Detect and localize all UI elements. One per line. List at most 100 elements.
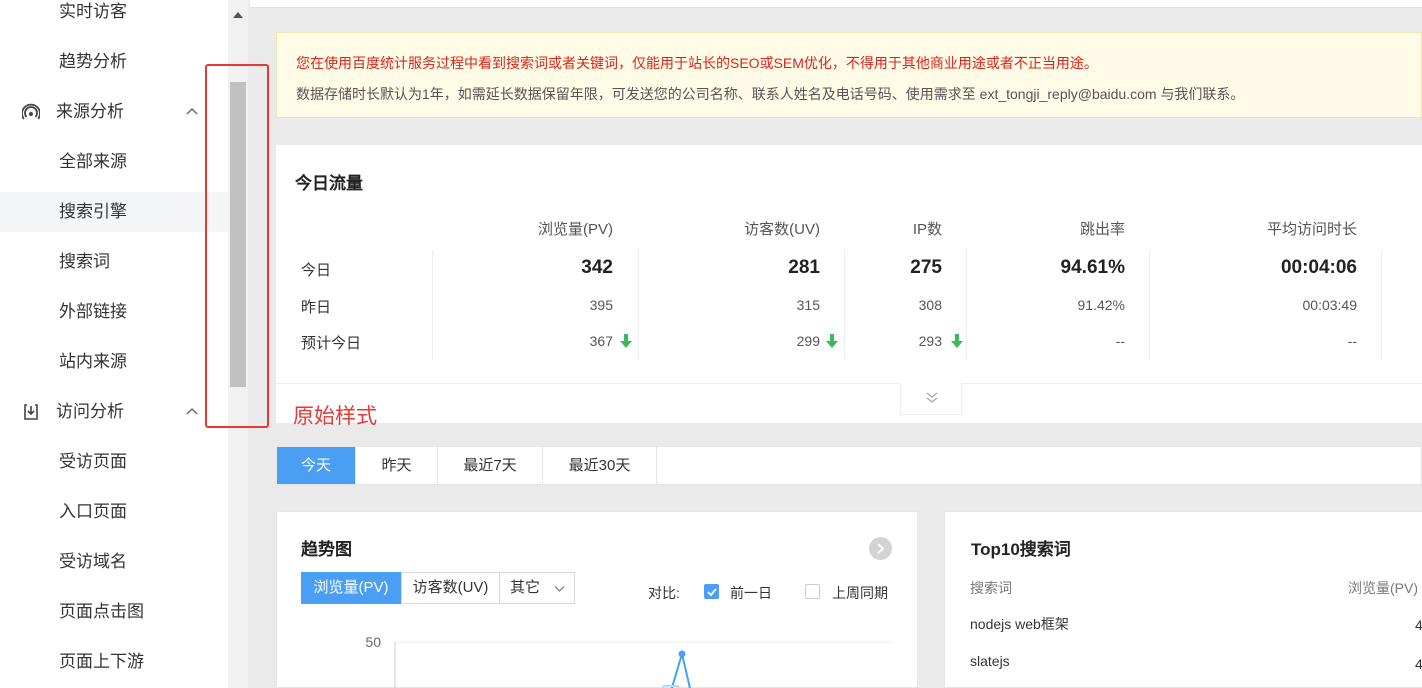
metric-select-other[interactable]: 其它 (499, 572, 575, 604)
sidebar-item-internal-sources[interactable]: 站内来源 (0, 342, 228, 382)
search-word-pv: 4 (1415, 656, 1422, 672)
sidebar-item-label: 搜索引擎 (59, 202, 127, 221)
chevron-up-icon (186, 108, 198, 115)
sidebar-group-visit-analysis[interactable]: 访问分析 (0, 392, 228, 432)
sidebar-item-label: 受访页面 (59, 452, 127, 471)
expand-button[interactable] (900, 383, 962, 415)
sidebar: 实时访客 趋势分析 来源分析 全部来源 搜索引擎 搜索词 外部链接 站内来源 访… (0, 0, 228, 688)
top10-search-words-card: Top10搜索词 搜索词 浏览量(PV) nodejs web框架 4 slat… (944, 511, 1422, 688)
search-word-pv: 4 (1415, 617, 1422, 633)
search-word-text[interactable]: nodejs web框架 (970, 616, 1069, 632)
today-pv-value: 342 (581, 257, 613, 278)
column-divider (844, 250, 845, 360)
tab-yesterday[interactable]: 昨天 (356, 447, 438, 484)
metric-tab-pv[interactable]: 浏览量(PV) (301, 572, 401, 604)
col-header-search-word: 搜索词 (970, 580, 1012, 596)
double-chevron-down-icon (926, 392, 938, 403)
y-tick-label: 50 (365, 634, 381, 650)
checkbox-label-last-week: 上周同期 (832, 585, 888, 601)
scroll-up-arrow-icon[interactable] (233, 12, 243, 18)
sidebar-group-label: 访问分析 (56, 402, 124, 421)
chevron-up-icon (186, 408, 198, 415)
sidebar-item-search-words[interactable]: 搜索词 (0, 242, 228, 282)
sidebar-item-click-map[interactable]: 页面点击图 (0, 592, 228, 632)
yesterday-uv-value: 315 (796, 297, 820, 313)
row-label-forecast: 预计今日 (301, 335, 362, 352)
trend-line-chart: 50 (365, 634, 892, 688)
sidebar-item-page-flow[interactable]: 页面上下游 (0, 642, 228, 682)
sidebar-item-search-engine[interactable]: 搜索引擎 (0, 192, 228, 232)
yesterday-bounce-value: 91.42% (1077, 297, 1125, 313)
sidebar-item-label: 受访域名 (59, 552, 127, 571)
trend-chart-title: 趋势图 (301, 540, 352, 559)
column-divider (432, 250, 433, 360)
column-divider (1149, 250, 1150, 360)
today-ip-value: 275 (910, 257, 942, 278)
checkbox-last-week[interactable] (805, 584, 820, 599)
series-layer (660, 650, 691, 688)
signal-icon (22, 103, 40, 120)
column-divider (1381, 250, 1382, 360)
sidebar-item-label: 实时访客 (59, 2, 127, 21)
sidebar-item-visited-domains[interactable]: 受访域名 (0, 542, 228, 582)
today-traffic-card: 今日流量 浏览量(PV) 访客数(UV) IP数 跳出率 平均访问时长 今日 3… (276, 145, 1422, 428)
yesterday-duration-value: 00:03:49 (1302, 297, 1358, 313)
today-bounce-value: 94.61% (1060, 257, 1125, 278)
col-header-bounce-rate: 跳出率 (1079, 221, 1125, 238)
row-label-today: 今日 (301, 262, 332, 279)
sidebar-item-visited-pages[interactable]: 受访页面 (0, 442, 228, 482)
arrow-down-icon (826, 334, 838, 348)
forecast-bounce-value: -- (1115, 333, 1125, 349)
col-header-avg-duration: 平均访问时长 (1266, 221, 1357, 238)
trend-chart-card: 趋势图 浏览量(PV) 访客数(UV) 其它 对比: 前一日 上周同期 50 (276, 511, 918, 688)
notice-banner: 您在使用百度统计服务过程中看到搜索词或者关键词，仅能用于站长的SEO或SEM优化… (276, 32, 1422, 118)
search-word-row[interactable]: slatejs (970, 653, 1010, 669)
sidebar-item-entry-pages[interactable]: 入口页面 (0, 492, 228, 532)
sidebar-item-external-links[interactable]: 外部链接 (0, 292, 228, 332)
metric-select-label: 其它 (510, 579, 541, 596)
tab-last-30-days[interactable]: 最近30天 (543, 447, 657, 484)
checkmark-icon (707, 588, 717, 597)
metric-tab-uv[interactable]: 访客数(UV) (401, 572, 500, 604)
original-style-annotation: 原始样式 (293, 405, 377, 428)
main-content: 您在使用百度统计服务过程中看到搜索词或者关键词，仅能用于站长的SEO或SEM优化… (250, 0, 1422, 688)
date-range-tabs: 今天 昨天 最近7天 最近30天 (276, 446, 1422, 485)
forecast-ip-value: 293 (918, 333, 942, 349)
sidebar-item-label: 全部来源 (59, 152, 127, 171)
sidebar-item-label: 页面点击图 (59, 602, 144, 621)
today-uv-value: 281 (788, 257, 820, 278)
sidebar-item-label: 入口页面 (59, 502, 127, 521)
col-header-pv: 浏览量(PV) (537, 221, 613, 238)
notice-warning-text: 您在使用百度统计服务过程中看到搜索词或者关键词，仅能用于站长的SEO或SEM优化… (296, 55, 1098, 71)
col-header-pv: 浏览量(PV) (1348, 580, 1418, 596)
yesterday-pv-value: 395 (589, 297, 613, 313)
search-word-row[interactable]: nodejs web框架 (970, 614, 1069, 634)
forecast-pv-value: 367 (589, 333, 613, 349)
sidebar-item-label: 搜索词 (59, 252, 110, 271)
data-point (678, 650, 686, 658)
today-duration-value: 00:04:06 (1280, 257, 1357, 278)
sidebar-item-realtime-visitors[interactable]: 实时访客 (0, 0, 228, 32)
row-label-yesterday: 昨日 (301, 299, 332, 316)
checkbox-label-previous-day: 前一日 (730, 585, 772, 601)
chevron-right-icon[interactable] (869, 537, 892, 560)
top10-title: Top10搜索词 (971, 540, 1071, 559)
forecast-uv-value: 299 (796, 333, 820, 349)
forecast-duration-value: -- (1347, 333, 1357, 349)
tab-today[interactable]: 今天 (277, 447, 356, 484)
sidebar-group-source-analysis[interactable]: 来源分析 (0, 92, 228, 132)
sidebar-item-label: 站内来源 (59, 352, 127, 371)
checkbox-previous-day[interactable] (704, 584, 719, 599)
column-divider (966, 250, 967, 360)
notice-info-text: 数据存储时长默认为1年，如需延长数据保留年限，可发送您的公司名称、联系人姓名及电… (296, 86, 1245, 102)
chevron-down-icon (554, 586, 565, 592)
sidebar-item-all-sources[interactable]: 全部来源 (0, 142, 228, 182)
search-word-text[interactable]: slatejs (970, 653, 1010, 669)
sidebar-item-trend-analysis[interactable]: 趋势分析 (0, 42, 228, 82)
yesterday-ip-value: 308 (918, 297, 942, 313)
series-line (681, 653, 691, 688)
arrow-down-icon (951, 334, 963, 348)
today-traffic-title: 今日流量 (295, 174, 363, 193)
tab-last-7-days[interactable]: 最近7天 (438, 447, 543, 484)
divider (276, 383, 1422, 384)
